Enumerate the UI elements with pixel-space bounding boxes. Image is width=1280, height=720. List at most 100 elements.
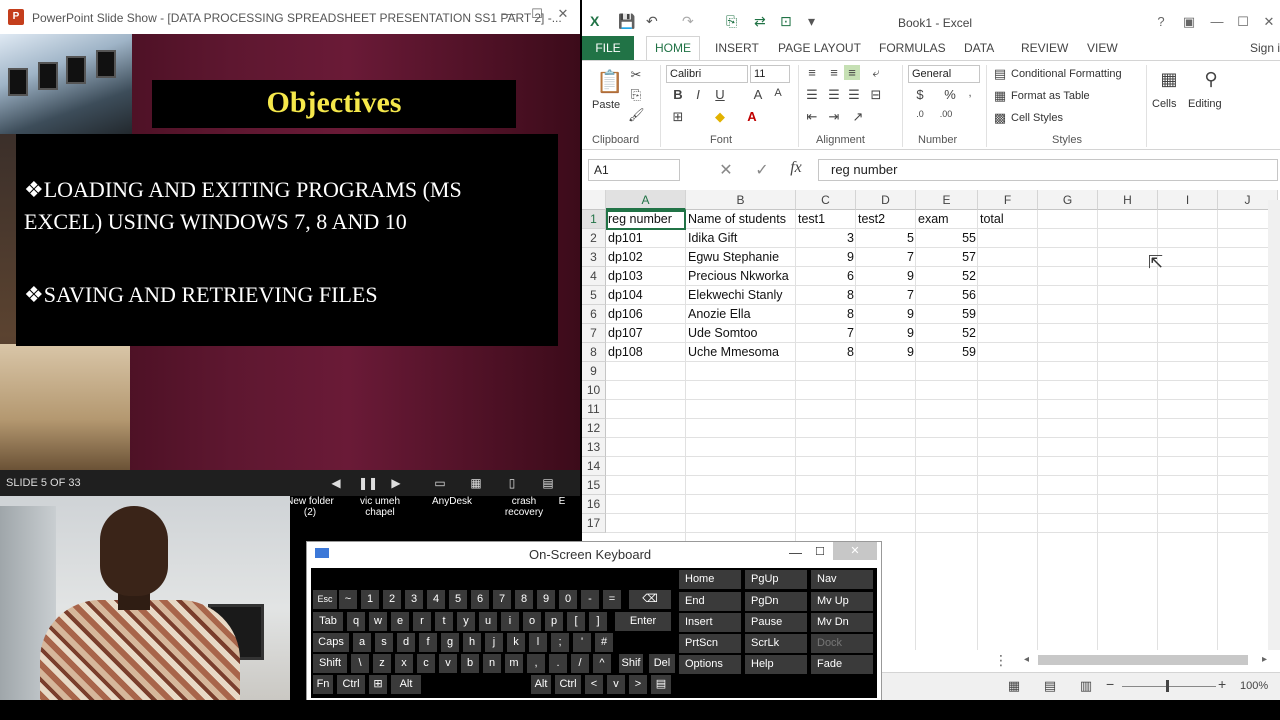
format-painter-icon[interactable]: 🖌 [628,107,645,123]
tab-review[interactable]: REVIEW [1021,41,1068,55]
key-row2-8[interactable]: i [501,612,519,631]
key-row5-6[interactable]: < [585,675,603,694]
enter-icon[interactable]: ✓ [754,160,770,180]
key-row4-13[interactable]: Shif [619,654,643,673]
percent-style-icon[interactable]: % [942,87,958,102]
key-row1-5[interactable]: 4 [427,590,445,609]
key-row1-2[interactable]: 1 [361,590,379,609]
borders-icon[interactable]: ⊞ [670,109,686,125]
key-row5-5[interactable]: Ctrl [555,675,581,694]
fill-color-icon[interactable]: ◆ [712,109,728,125]
nav-key-mv-up[interactable]: Mv Up [811,592,873,611]
cell-f1[interactable]: total [978,210,1038,229]
insert-function-icon[interactable]: fx [788,159,804,177]
nav-key-pgdn[interactable]: PgDn [745,592,807,611]
osk-titlebar[interactable]: On-Screen Keyboard — ☐ ✕ [307,542,881,568]
close-button[interactable]: ✕ [552,6,574,22]
nav-key-end[interactable]: End [679,592,741,611]
row-header-15[interactable]: 15 [582,476,606,495]
cell-c8[interactable]: 8 [796,343,856,362]
key-row1-4[interactable]: 3 [405,590,423,609]
key-row4-4[interactable]: c [417,654,435,673]
cell-a5[interactable]: dp104 [606,286,686,305]
row-header-10[interactable]: 10 [582,381,606,400]
paste-icon[interactable]: 📋 [596,69,623,95]
key-row2-3[interactable]: e [391,612,409,631]
cell-b3[interactable]: Egwu Stephanie [686,248,796,267]
row-header-5[interactable]: 5 [582,286,606,305]
cells-icon[interactable]: ▦ [1158,69,1180,90]
key-row3-11[interactable]: ' [573,633,591,652]
nav-key-dock[interactable]: Dock [811,634,873,653]
key-row5-3[interactable]: Alt [391,675,421,694]
cell-c2[interactable]: 3 [796,229,856,248]
cell-styles-button[interactable]: Cell Styles [1011,112,1063,124]
key-row5-9[interactable]: ▤ [651,675,671,694]
ribbon-display-icon[interactable]: ▣ [1178,14,1200,30]
cell-e1[interactable]: exam [916,210,978,229]
key-row3-1[interactable]: a [353,633,371,652]
cell-d7[interactable]: 9 [856,324,916,343]
column-header-c[interactable]: C [796,190,856,210]
column-header-i[interactable]: I [1158,190,1218,210]
key-row1-13[interactable]: = [603,590,621,609]
column-header-b[interactable]: B [686,190,796,210]
cell-b5[interactable]: Elekwechi Stanly [686,286,796,305]
row-header-7[interactable]: 7 [582,324,606,343]
cell-b1[interactable]: Name of students [686,210,796,229]
desktop-icon-crash-recovery[interactable]: crash recovery [494,496,554,518]
cell-b7[interactable]: Ude Somtoo [686,324,796,343]
cell-a2[interactable]: dp101 [606,229,686,248]
row-header-14[interactable]: 14 [582,457,606,476]
underline-icon[interactable]: U [712,87,728,102]
slide-sorter-icon[interactable]: ▦ [468,475,484,491]
nav-key-prtscn[interactable]: PrtScn [679,634,741,653]
format-as-table-icon[interactable]: ▦ [992,88,1008,104]
key-row4-9[interactable]: , [527,654,545,673]
cell-c3[interactable]: 9 [796,248,856,267]
nav-key-help[interactable]: Help [745,655,807,674]
key-del[interactable]: Del [649,654,675,673]
cell-d8[interactable]: 9 [856,343,916,362]
zoom-slider-thumb[interactable] [1166,680,1169,692]
excel-maximize-button[interactable]: ☐ [1232,14,1254,30]
name-box[interactable]: A1 [588,159,680,181]
scroll-thumb[interactable] [1038,655,1248,665]
cell-d3[interactable]: 7 [856,248,916,267]
desktop-icon-vic-umeh[interactable]: vic umeh chapel [350,496,410,518]
row-header-1[interactable]: 1 [582,210,606,229]
key-row2-5[interactable]: t [435,612,453,631]
cell-c7[interactable]: 7 [796,324,856,343]
cell-c4[interactable]: 6 [796,267,856,286]
row-header-13[interactable]: 13 [582,438,606,457]
key-row2-4[interactable]: r [413,612,431,631]
cell-styles-icon[interactable]: ▩ [992,110,1008,126]
row-header-16[interactable]: 16 [582,495,606,514]
cell-c6[interactable]: 8 [796,305,856,324]
normal-view-icon[interactable]: ▭ [432,475,448,491]
key-row3-9[interactable]: l [529,633,547,652]
osk-minimize-button[interactable]: — [789,545,802,560]
sign-in-link[interactable]: Sign in [1250,41,1280,55]
zoom-slider-track[interactable] [1122,686,1216,687]
key-row2-2[interactable]: w [369,612,387,631]
key-row2-7[interactable]: u [479,612,497,631]
nav-key-options[interactable]: Options [679,655,741,674]
nav-key-scrlk[interactable]: ScrLk [745,634,807,653]
key-row2-13[interactable]: Enter [615,612,671,631]
key-row3-7[interactable]: j [485,633,503,652]
conditional-formatting-button[interactable]: Conditional Formatting [1011,68,1122,80]
key-row5-0[interactable]: Fn [313,675,333,694]
merge-center-icon[interactable]: ⊟ [868,87,884,103]
row-header-9[interactable]: 9 [582,362,606,381]
pause-icon[interactable]: ❚❚ [358,475,378,491]
key-row2-10[interactable]: p [545,612,563,631]
row-header-3[interactable]: 3 [582,248,606,267]
key-row4-12[interactable]: ^ [593,654,611,673]
key-row1-0[interactable]: Esc [313,590,337,609]
page-layout-view-button[interactable]: ▤ [1042,678,1058,694]
key-row3-2[interactable]: s [375,633,393,652]
align-right-icon[interactable]: ☰ [846,87,862,103]
increase-decimal-icon[interactable]: .0 [912,109,928,119]
normal-view-button[interactable]: ▦ [1006,678,1022,694]
